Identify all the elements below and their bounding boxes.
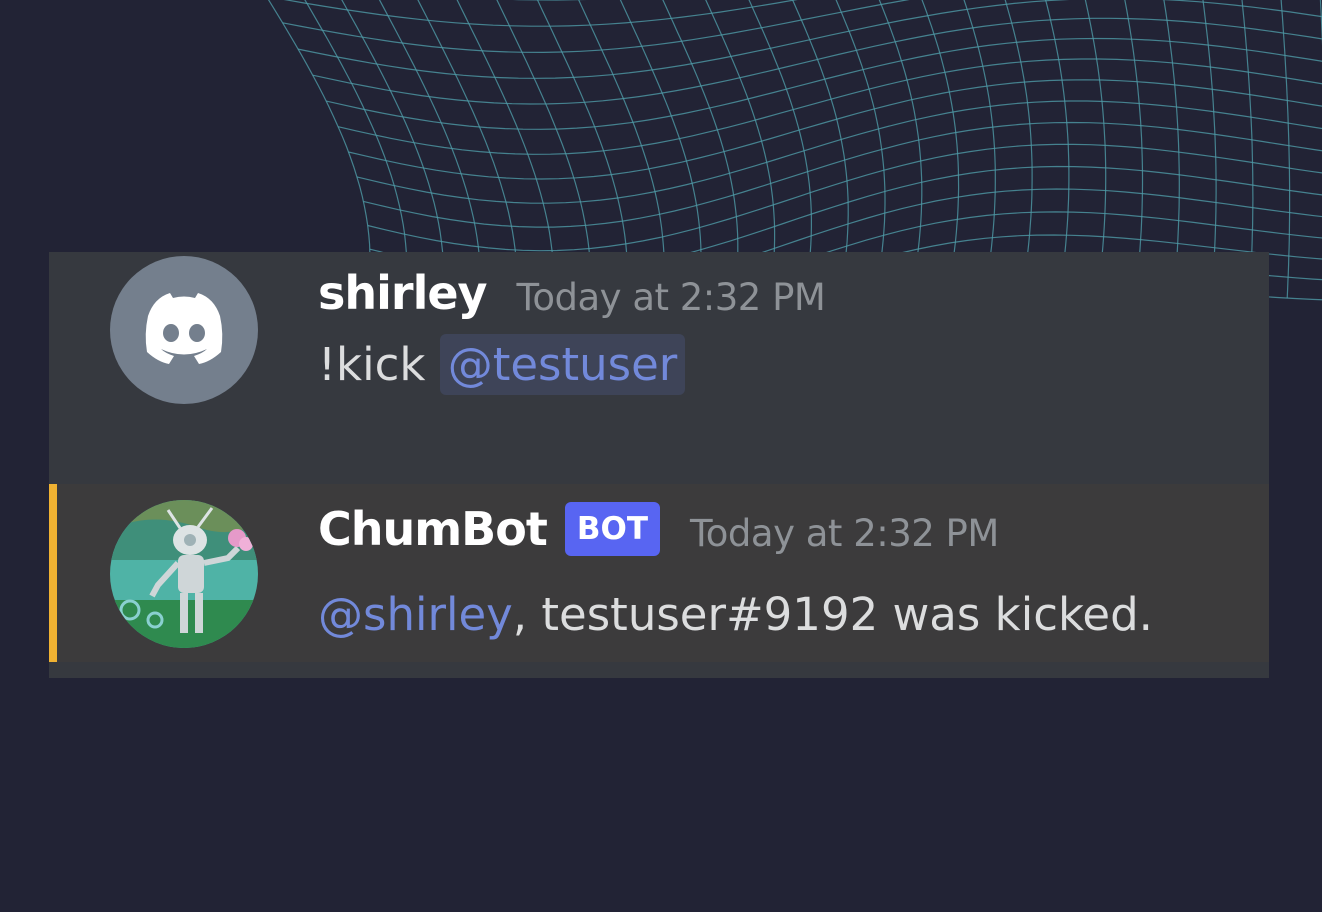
username[interactable]: shirley <box>318 266 488 320</box>
timestamp[interactable]: Today at 2:32 PM <box>690 512 999 555</box>
message-content: !kick @testuser <box>318 334 686 395</box>
message-content: @shirley, testuser#9192 was kicked. <box>318 588 1153 641</box>
bot-badge: BOT <box>564 502 660 556</box>
timestamp[interactable]: Today at 2:32 PM <box>517 276 826 319</box>
message-shirley: shirley Today at 2:32 PM !kick @testuser <box>49 252 1269 484</box>
message-chumbot: ChumBot BOT Today at 2:32 PM @shirley, t… <box>49 484 1269 662</box>
discord-logo-icon <box>145 293 223 364</box>
chat-message-panel: shirley Today at 2:32 PM !kick @testuser <box>49 252 1269 678</box>
username[interactable]: ChumBot <box>318 502 548 556</box>
user-mention[interactable]: @shirley <box>318 588 513 641</box>
message-header: ChumBot BOT Today at 2:32 PM <box>318 502 999 556</box>
user-mention[interactable]: @testuser <box>439 334 686 395</box>
kick-result-text: , testuser#9192 was kicked. <box>512 588 1153 641</box>
avatar[interactable] <box>110 256 258 404</box>
highlight-bar <box>49 484 57 662</box>
bot-avatar[interactable] <box>110 500 258 648</box>
command-text: !kick <box>318 338 426 391</box>
message-header: shirley Today at 2:32 PM <box>318 266 826 320</box>
robot-character-icon <box>110 500 258 648</box>
